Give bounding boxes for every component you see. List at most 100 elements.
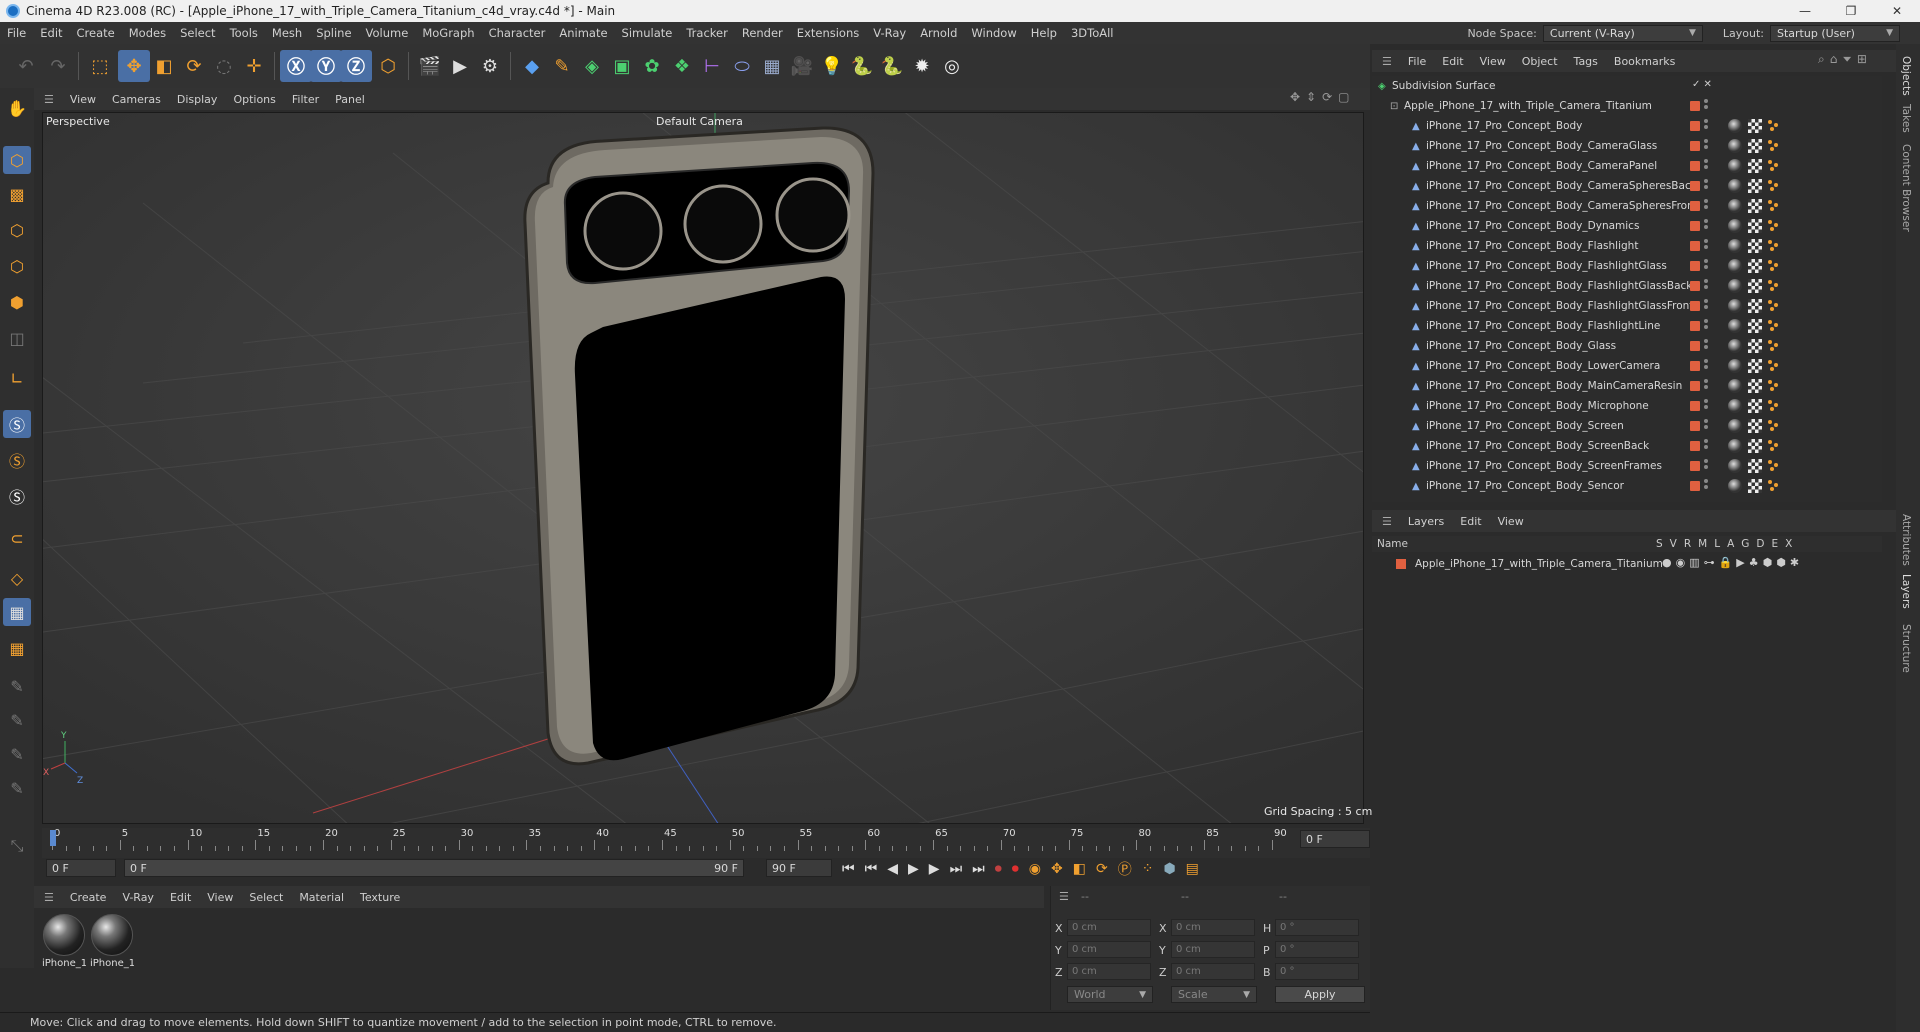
snap-settings-icon[interactable]: Ⓢ	[3, 446, 31, 474]
menu-animate[interactable]: Animate	[552, 26, 614, 40]
layer-color-swatch[interactable]	[1690, 281, 1700, 291]
visibility-dots[interactable]	[1704, 419, 1708, 433]
visibility-dots[interactable]	[1704, 159, 1708, 173]
selection-tag-icon[interactable]	[1768, 180, 1780, 192]
smooth-icon[interactable]: ✎	[3, 774, 31, 802]
visibility-dots[interactable]	[1704, 139, 1708, 153]
magnet-icon[interactable]: ⊂	[3, 524, 31, 552]
menu-3dtoall[interactable]: 3DToAll	[1064, 26, 1121, 40]
minimize-button[interactable]: —	[1782, 0, 1828, 22]
object-row[interactable]: ▲ iPhone_17_Pro_Concept_Body_FlashlightGl…	[1372, 256, 1882, 276]
menu-tracker[interactable]: Tracker	[679, 26, 735, 40]
visibility-dots[interactable]	[1704, 319, 1708, 333]
pos-x-field[interactable]: 0 cm	[1067, 919, 1151, 936]
brush-icon[interactable]: ✎	[3, 740, 31, 768]
phong-tag-icon[interactable]	[1728, 379, 1742, 393]
key-selection-icon[interactable]: ◉	[1029, 861, 1041, 877]
size-y-field[interactable]: 0 cm	[1171, 941, 1255, 958]
phong-tag-icon[interactable]	[1728, 139, 1742, 153]
texture-tag-icon[interactable]	[1748, 259, 1762, 273]
camera-icon[interactable]: 🎥	[786, 50, 818, 82]
close-button[interactable]: ✕	[1874, 0, 1920, 22]
current-frame-field[interactable]: 0 F	[1300, 830, 1370, 848]
texture-tag-icon[interactable]	[1748, 479, 1762, 493]
make-editable-icon[interactable]: ✋	[3, 94, 31, 122]
object-row[interactable]: ▲ iPhone_17_Pro_Concept_Body_Screen	[1372, 416, 1882, 436]
points-mode-icon[interactable]: ⬡	[3, 216, 31, 244]
edges-mode-icon[interactable]: ⬡	[3, 252, 31, 280]
uv-mode-icon[interactable]: ◫	[3, 324, 31, 352]
phong-tag-icon[interactable]	[1728, 179, 1742, 193]
render-view-icon[interactable]: 🎬	[414, 50, 446, 82]
material-panel-menu-icon[interactable]: ☰	[34, 891, 62, 904]
previous-frame-icon[interactable]: ◀	[887, 861, 898, 877]
array-icon[interactable]: ❖	[666, 50, 698, 82]
selection-tag-icon[interactable]	[1768, 120, 1780, 132]
paint-icon[interactable]: ✎	[3, 706, 31, 734]
visibility-dots[interactable]	[1704, 179, 1708, 193]
side-tab-takes[interactable]: Takes	[1900, 104, 1912, 133]
side-tab-structure[interactable]: Structure	[1900, 624, 1912, 673]
texture-tag-icon[interactable]	[1748, 419, 1762, 433]
knife-icon[interactable]: ⤡	[3, 832, 31, 860]
object-row[interactable]: ▲ iPhone_17_Pro_Concept_Body_Glass	[1372, 336, 1882, 356]
polygons-mode-icon[interactable]: ⬢	[3, 288, 31, 316]
viewport-menu-options[interactable]: Options	[225, 93, 283, 106]
material-menu-create[interactable]: Create	[62, 891, 115, 904]
python-script-icon[interactable]: 🐍	[876, 50, 908, 82]
object-row[interactable]: ▲ iPhone_17_Pro_Concept_Body_Sencor	[1372, 476, 1882, 496]
object-row[interactable]: ▲ iPhone_17_Pro_Concept_Body_LowerCamera	[1372, 356, 1882, 376]
phong-tag-icon[interactable]	[1728, 419, 1742, 433]
texture-tag-icon[interactable]	[1748, 139, 1762, 153]
texture-mode-icon[interactable]: ▩	[3, 180, 31, 208]
layer-color-swatch[interactable]	[1690, 301, 1700, 311]
render-settings-icon[interactable]: ⚙	[474, 50, 506, 82]
menu-edit[interactable]: Edit	[33, 26, 69, 40]
menu-create[interactable]: Create	[70, 26, 122, 40]
material-menu-select[interactable]: Select	[241, 891, 291, 904]
undo-icon[interactable]: ↶	[10, 50, 42, 82]
phong-tag-icon[interactable]	[1728, 199, 1742, 213]
layer-color-swatch[interactable]	[1690, 221, 1700, 231]
material-menu-texture[interactable]: Texture	[352, 891, 408, 904]
om-panel-menu-icon[interactable]: ☰	[1372, 55, 1400, 68]
om-menu-bookmarks[interactable]: Bookmarks	[1606, 55, 1683, 68]
z-axis-icon[interactable]: Ⓩ	[340, 50, 372, 82]
layer-column-x[interactable]: X	[1785, 538, 1792, 550]
texture-tag-icon[interactable]	[1748, 199, 1762, 213]
layer-color-swatch[interactable]	[1690, 261, 1700, 271]
timeline-ruler[interactable]: 0 5 10 15 20 25 30 35 40 45 50 55 60 65 70 75 80 85 90	[42, 828, 1370, 858]
snap-icon[interactable]: Ⓢ	[3, 410, 31, 438]
visibility-dots[interactable]	[1704, 259, 1708, 273]
play-icon[interactable]: ▶	[908, 861, 919, 877]
model-mode-icon[interactable]: ⬡	[3, 146, 31, 174]
x-axis-icon[interactable]: Ⓧ	[280, 50, 312, 82]
next-key-icon[interactable]: ⏭	[950, 861, 963, 877]
menu-arnold[interactable]: Arnold	[913, 26, 964, 40]
quantize-icon[interactable]: Ⓢ	[3, 482, 31, 510]
go-to-start-icon[interactable]: ⏮	[842, 861, 855, 877]
selection-tag-icon[interactable]	[1768, 220, 1780, 232]
phong-tag-icon[interactable]	[1728, 259, 1742, 273]
layer-column-r[interactable]: R	[1684, 538, 1691, 550]
record-active-icon[interactable]: ⏺	[995, 861, 1002, 877]
layer-column-s[interactable]: S	[1656, 538, 1663, 550]
material-menu-view[interactable]: View	[199, 891, 241, 904]
visibility-dots[interactable]	[1704, 339, 1708, 353]
menu-tools[interactable]: Tools	[223, 26, 265, 40]
side-tab-content-browser[interactable]: Content Browser	[1900, 144, 1912, 232]
redo-icon[interactable]: ↷	[42, 50, 74, 82]
phong-tag-icon[interactable]	[1728, 359, 1742, 373]
playhead[interactable]	[50, 830, 56, 846]
layer-menu-view[interactable]: View	[1490, 515, 1532, 528]
viewport-perspective[interactable]: Y X Z	[42, 112, 1364, 824]
visibility-dots[interactable]	[1704, 359, 1708, 373]
visibility-dots[interactable]	[1704, 299, 1708, 313]
viewport-menu-cameras[interactable]: Cameras	[104, 93, 169, 106]
rotate-tool-icon[interactable]: ⟳	[178, 50, 210, 82]
subdivision-surface-icon[interactable]: ◈	[576, 50, 608, 82]
visibility-dots[interactable]	[1704, 199, 1708, 213]
layer-color-swatch[interactable]	[1690, 341, 1700, 351]
texture-tag-icon[interactable]	[1748, 319, 1762, 333]
layer-color-swatch[interactable]	[1396, 559, 1406, 569]
